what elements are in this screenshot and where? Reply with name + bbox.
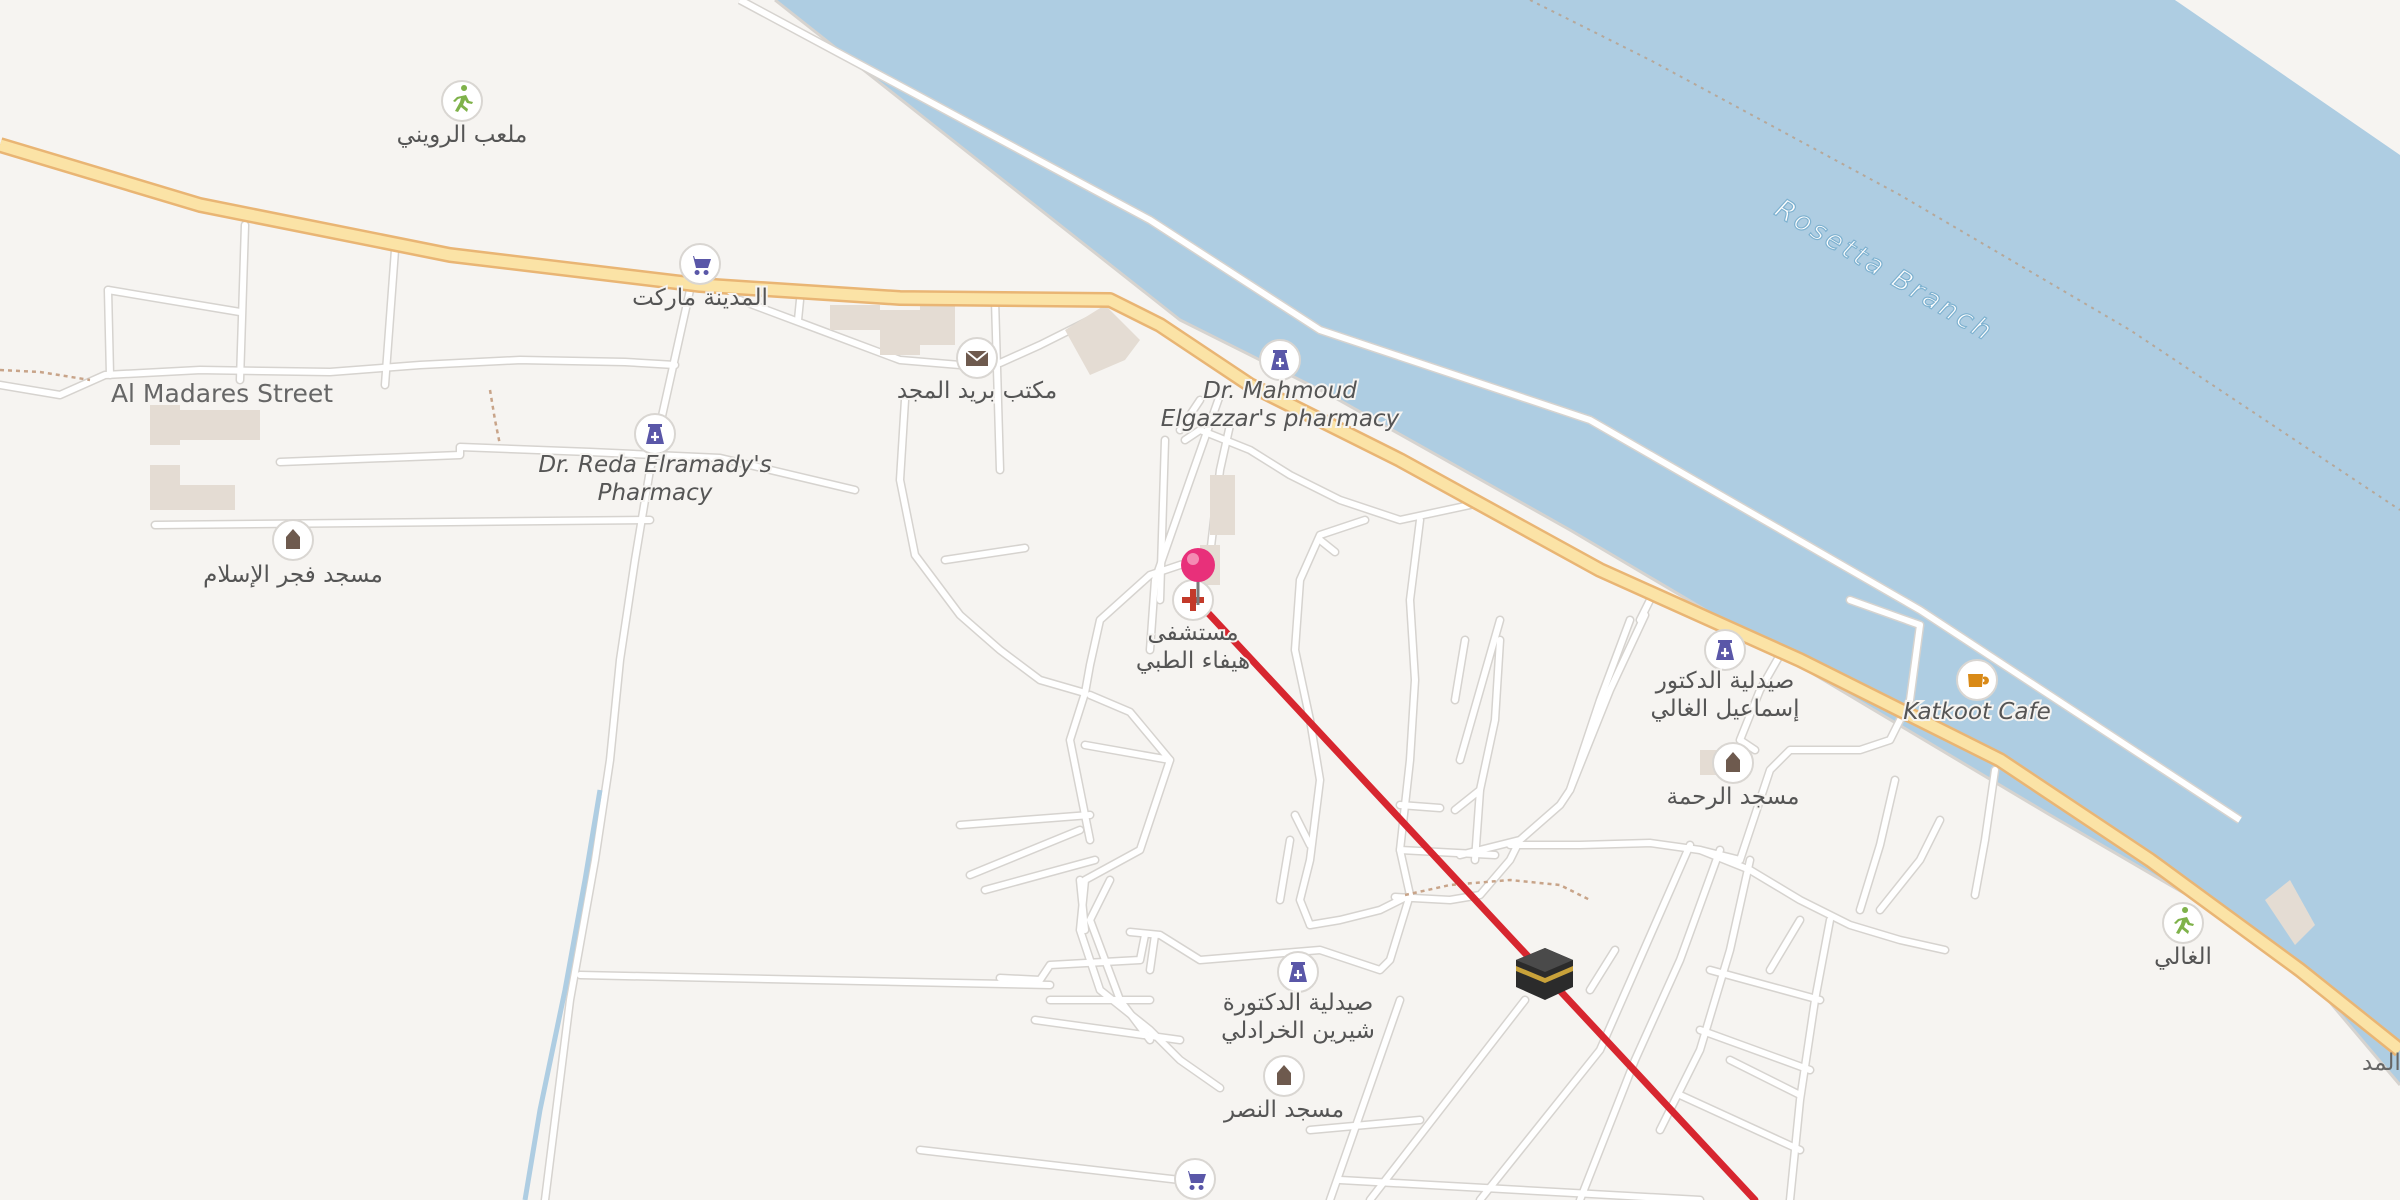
hospital-icon (1172, 579, 1214, 621)
poi-label: مسجد الرحمة (1666, 784, 1799, 810)
edge-label: المد (2362, 1050, 2400, 1076)
map-canvas[interactable]: Rosetta Branch Al Madares Street المد مل… (0, 0, 2400, 1200)
poi-label: مسجد فجر الإسلام (203, 562, 383, 588)
poi-label: مسجد النصر (1223, 1097, 1344, 1123)
poi-label: هيفاء الطبي (1136, 648, 1250, 674)
poi-label: Dr. Mahmoud (1203, 378, 1357, 404)
pharmacy-icon (1277, 951, 1319, 993)
poi-label: إسماعيل الغالي (1650, 696, 1799, 722)
shopping-cart-icon (679, 243, 721, 285)
mosque-icon (272, 519, 314, 561)
pharmacy-icon (1704, 629, 1746, 671)
poi-label: صيدلية الدكتورة (1223, 990, 1374, 1016)
poi-label: صيدلية الدكتور (1655, 668, 1794, 694)
mail-icon (956, 337, 998, 379)
sports-icon (441, 80, 483, 122)
mosque-icon (1712, 742, 1754, 784)
poi-label: مكتب بريد المجد (897, 378, 1057, 404)
poi-label: Katkoot Cafe (1903, 699, 2051, 725)
poi-label: ملعب الرويني (397, 122, 528, 148)
poi-label: Dr. Reda Elramady's (538, 452, 771, 478)
poi-label: Elgazzar's pharmacy (1161, 406, 1400, 432)
poi-label: الغالي (2154, 944, 2212, 970)
pharmacy-icon (634, 413, 676, 455)
poi-market-2[interactable] (1174, 1158, 1216, 1200)
pharmacy-icon (1259, 339, 1301, 381)
mosque-icon (1263, 1055, 1305, 1097)
shopping-cart-icon (1174, 1158, 1216, 1200)
street-label: Al Madares Street (111, 379, 333, 408)
poi-label: شيرين الخرادلي (1221, 1018, 1375, 1044)
poi-label: المدينة ماركت (632, 285, 768, 311)
sports-icon (2162, 902, 2204, 944)
poi-label: مستشفى (1147, 620, 1238, 646)
cafe-icon (1956, 659, 1998, 701)
poi-label: Pharmacy (598, 480, 713, 506)
